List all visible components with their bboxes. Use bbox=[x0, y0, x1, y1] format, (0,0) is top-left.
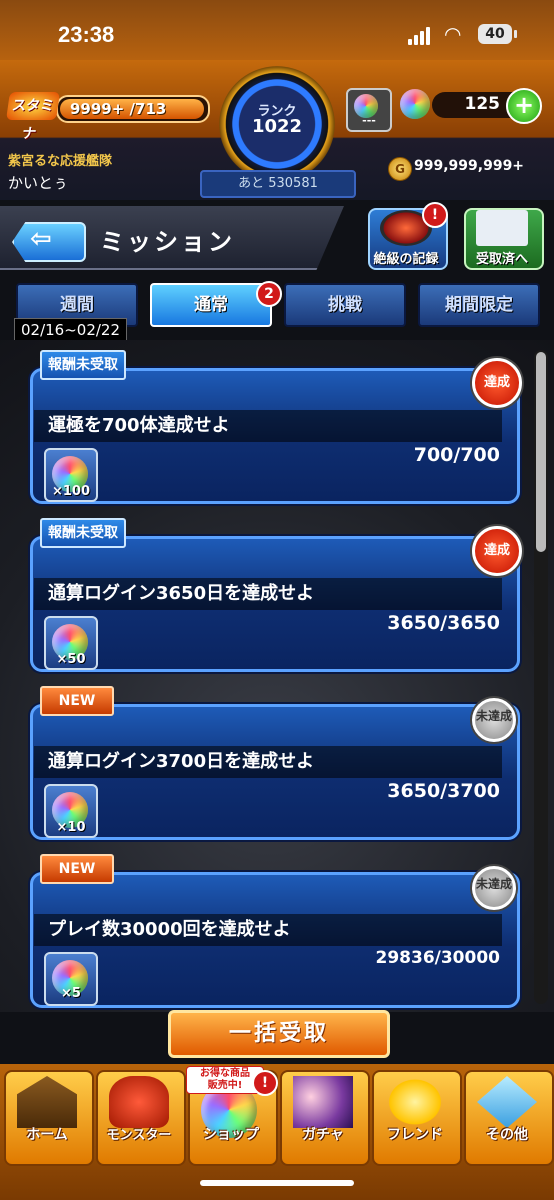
record-label: 絶級の記録 bbox=[373, 252, 439, 267]
mission-tag: NEW bbox=[40, 854, 114, 884]
gold-coin-icon: G bbox=[388, 157, 412, 181]
collect-all-button[interactable]: 一括受取 bbox=[168, 1010, 390, 1058]
mission-title: 通算ログイン3700日を達成せよ bbox=[34, 746, 502, 778]
nav-home-label: ホーム bbox=[26, 1127, 68, 1143]
team-name: 紫宮るな応援艦隊 bbox=[8, 154, 113, 169]
orb-icon bbox=[400, 89, 430, 119]
mission-title: 通算ログイン3650日を達成せよ bbox=[34, 578, 502, 610]
signal-icon bbox=[408, 26, 432, 45]
tab-limited[interactable]: 期間限定 bbox=[418, 283, 540, 327]
orb-storage-value: --- bbox=[362, 114, 376, 127]
received-label: 受取済へ bbox=[475, 252, 528, 267]
stamina-icon: スタミナ bbox=[6, 92, 60, 142]
mission-tag: NEW bbox=[40, 686, 114, 716]
completed-stamp: 達成 bbox=[472, 358, 522, 408]
record-alert-badge: ! bbox=[422, 202, 448, 228]
reward-quantity: ×100 bbox=[51, 484, 91, 499]
nav-shop-label: ショップ bbox=[203, 1127, 259, 1143]
home-indicator[interactable] bbox=[200, 1180, 354, 1186]
mission-title: 運極を700体達成せよ bbox=[34, 410, 502, 442]
nav-friend-label: フレンド bbox=[387, 1127, 443, 1143]
mission-tag: 報酬未受取 bbox=[40, 518, 126, 548]
clock: 23:38 bbox=[58, 22, 115, 47]
date-range: 02/16~02/22 bbox=[14, 318, 128, 342]
mission-title: プレイ数30000回を達成せよ bbox=[34, 914, 502, 946]
battery-icon: 40 bbox=[478, 24, 517, 44]
stamina-value: 9999+ /713 bbox=[70, 100, 167, 118]
completed-stamp: 達成 bbox=[472, 526, 522, 576]
book-icon bbox=[476, 210, 528, 246]
reward-quantity: ×50 bbox=[56, 652, 86, 667]
reward-quantity: ×10 bbox=[56, 820, 86, 835]
scrollbar-thumb[interactable] bbox=[536, 352, 546, 552]
nav-other-label: その他 bbox=[486, 1127, 528, 1143]
tab-challenge[interactable]: 挑戦 bbox=[284, 283, 406, 327]
rank-value: 1022 bbox=[251, 116, 303, 137]
user-name: かいとぅ bbox=[8, 174, 69, 192]
mission-tag: 報酬未受取 bbox=[40, 350, 126, 380]
mission-progress: 29836/30000 bbox=[375, 948, 501, 968]
friend-icon bbox=[385, 1076, 445, 1128]
shop-alert-badge: ! bbox=[252, 1070, 278, 1096]
mission-progress: 3650/3700 bbox=[387, 780, 500, 802]
gold-amount: 999,999,999+ bbox=[414, 158, 525, 174]
nav-gacha-label: ガチャ bbox=[302, 1127, 344, 1143]
gacha-characters-icon bbox=[293, 1076, 353, 1128]
reward-quantity: ×5 bbox=[61, 986, 81, 1001]
nav-monster-label: モンスター bbox=[106, 1128, 172, 1143]
orb-count: 125 bbox=[464, 94, 501, 114]
tab-normal-badge: 2 bbox=[256, 281, 282, 307]
rank-next-exp: あと 530581 bbox=[200, 170, 356, 198]
mission-progress: 700/700 bbox=[413, 444, 500, 466]
tab-normal[interactable]: 通常 bbox=[150, 283, 272, 327]
incomplete-stamp: 未達成 bbox=[472, 698, 516, 742]
add-orb-button[interactable]: + bbox=[506, 88, 542, 124]
incomplete-stamp: 未達成 bbox=[472, 866, 516, 910]
back-arrow-icon: ⇦ bbox=[30, 224, 52, 254]
wifi-icon: ◠ bbox=[444, 22, 462, 46]
monster-icon bbox=[109, 1076, 169, 1128]
mission-progress: 3650/3650 bbox=[387, 612, 500, 634]
page-title: ミッション bbox=[100, 228, 235, 256]
